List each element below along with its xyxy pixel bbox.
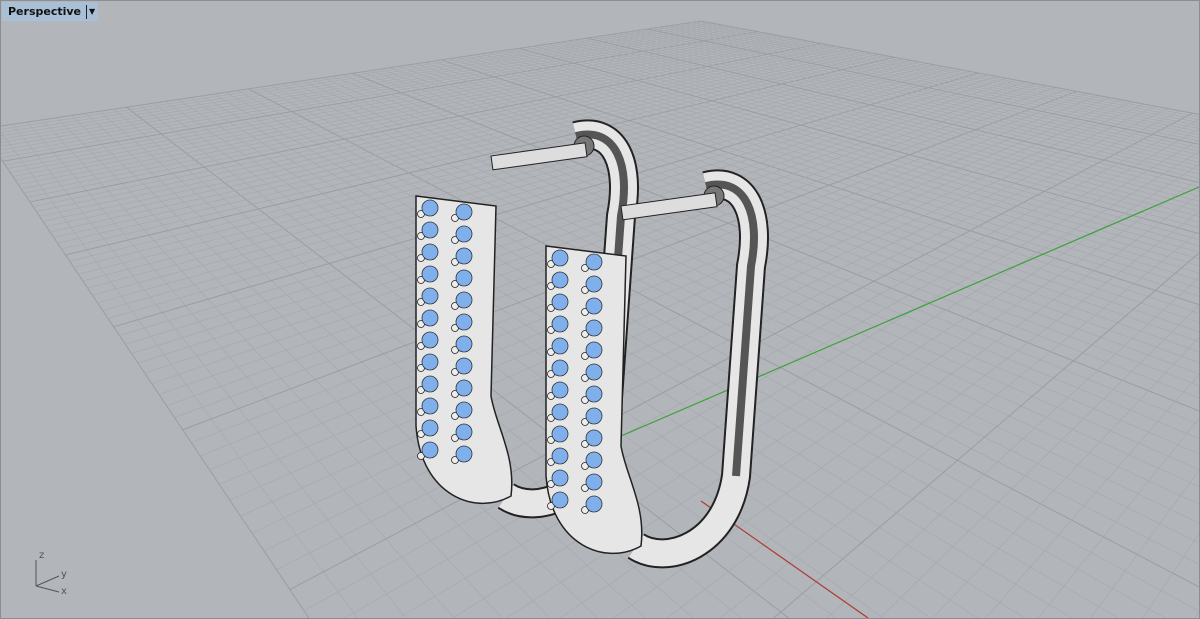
grid-line	[1090, 470, 1199, 618]
gem-stone	[551, 271, 569, 289]
grid-line	[720, 230, 1199, 618]
grid-line	[1, 21, 707, 130]
gem-stone	[585, 473, 603, 491]
grid-line	[647, 28, 1199, 145]
gem-stone	[421, 265, 439, 283]
gem-stone	[585, 253, 603, 271]
gem-stone	[585, 363, 603, 381]
gem-stone	[421, 331, 439, 349]
gem-stone	[585, 407, 603, 425]
gem-stone	[455, 335, 473, 353]
grid-line	[1037, 418, 1199, 618]
gem-stone	[421, 397, 439, 415]
gem-stone	[455, 225, 473, 243]
gem-stone	[551, 491, 569, 509]
gem-stone	[421, 441, 439, 459]
gem-stone	[585, 451, 603, 469]
grid-line	[251, 105, 1156, 534]
grid-line	[629, 31, 1199, 155]
gem-stone	[455, 291, 473, 309]
gem-stone	[551, 447, 569, 465]
gem-stone	[585, 319, 603, 337]
gem-stone	[585, 275, 603, 293]
gem-stone	[551, 249, 569, 267]
gem-stone	[421, 419, 439, 437]
caret-down-icon[interactable]: ▼	[86, 4, 95, 19]
grid-line	[229, 101, 1133, 501]
gem-stone	[455, 379, 473, 397]
gem-stone	[455, 401, 473, 419]
viewport-scene[interactable]	[1, 1, 1199, 618]
grid-line	[1142, 533, 1199, 618]
gem-stone	[421, 221, 439, 239]
grid-line	[773, 252, 1199, 618]
grid-line	[1194, 611, 1199, 618]
axis-label-z: z	[39, 550, 44, 561]
gem-stone	[585, 429, 603, 447]
gem-stone	[421, 353, 439, 371]
viewport-title: Perspective	[8, 5, 82, 18]
grid-line	[932, 337, 1199, 618]
grid-line	[669, 25, 1199, 132]
gem-stone	[585, 385, 603, 403]
gem-stone	[421, 243, 439, 261]
gem-stone	[551, 469, 569, 487]
grid-line	[690, 22, 1199, 121]
grid-line	[27, 121, 455, 618]
gem-stone	[421, 375, 439, 393]
axis-label-x: x	[61, 586, 67, 596]
grid-line	[415, 63, 1199, 333]
grid-line	[695, 21, 1199, 118]
gem-stone	[455, 269, 473, 287]
gem-stone	[585, 341, 603, 359]
gem-stone	[551, 337, 569, 355]
grid-line	[398, 66, 1199, 353]
grid-line	[879, 305, 1199, 618]
gem-stone	[551, 403, 569, 421]
grid-line	[1, 22, 712, 133]
gem-stone	[421, 287, 439, 305]
gem-stone	[551, 315, 569, 333]
gem-stone	[455, 313, 473, 331]
gem-stone	[551, 381, 569, 399]
gem-stone	[551, 359, 569, 377]
gem-stone	[421, 309, 439, 327]
gem-stone	[455, 445, 473, 463]
gem-stone	[585, 297, 603, 315]
world-axes-icon: z y x	[35, 550, 67, 596]
viewport-title-tab[interactable]: Perspective ▼	[2, 2, 99, 21]
gem-stone	[455, 423, 473, 441]
gem-stone	[455, 357, 473, 375]
grid-line	[380, 68, 1199, 375]
gem-stone	[585, 495, 603, 513]
perspective-viewport[interactable]: Perspective ▼ z y x	[0, 0, 1200, 619]
gem-stone	[551, 425, 569, 443]
gem-stone	[421, 199, 439, 217]
grid-line	[12, 124, 406, 618]
gem-stone	[455, 247, 473, 265]
gem-stone	[455, 203, 473, 221]
grid-line	[685, 22, 1199, 123]
gem-stone	[551, 293, 569, 311]
axis-label-y: y	[61, 569, 67, 580]
